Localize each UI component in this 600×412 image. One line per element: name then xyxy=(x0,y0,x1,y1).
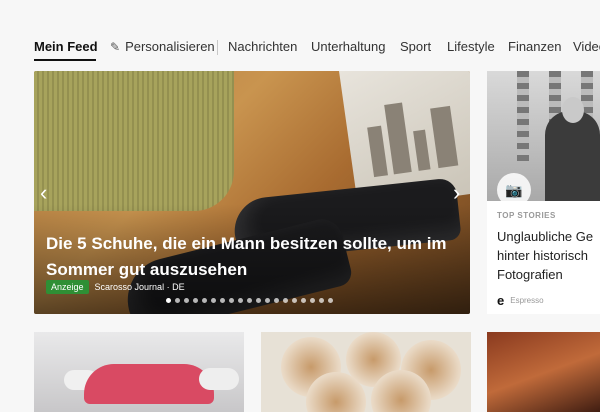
carousel-dot[interactable] xyxy=(238,298,243,303)
story-category: TOP STORIES xyxy=(497,211,556,220)
top-navigation: Mein Feed ✎ Personalisieren Nachrichten U… xyxy=(0,0,600,66)
carousel-dot[interactable] xyxy=(283,298,288,303)
nav-tab-videos[interactable]: Videos xyxy=(573,39,600,54)
carousel-dot[interactable] xyxy=(292,298,297,303)
nav-tab-mein-feed[interactable]: Mein Feed xyxy=(34,39,98,54)
headline-line: Fotografien xyxy=(497,267,563,282)
car-image xyxy=(199,368,239,390)
nav-divider xyxy=(217,40,218,55)
hero-image-fabric xyxy=(34,71,234,211)
ad-badge: Anzeige xyxy=(46,280,89,294)
top-story-card[interactable]: 📷 TOP STORIES Unglaubliche Ge hinter his… xyxy=(487,71,600,314)
carousel-dot[interactable] xyxy=(247,298,252,303)
article-card-food[interactable] xyxy=(261,332,471,412)
carousel-dots xyxy=(166,298,333,303)
flag-image xyxy=(517,71,529,161)
nav-tab-lifestyle[interactable]: Lifestyle xyxy=(447,39,495,54)
carousel-dot[interactable] xyxy=(274,298,279,303)
carousel-dot[interactable] xyxy=(310,298,315,303)
carousel-dot[interactable] xyxy=(184,298,189,303)
carousel-dot[interactable] xyxy=(319,298,324,303)
camera-icon: 📷 xyxy=(497,173,531,207)
carousel-dot[interactable] xyxy=(211,298,216,303)
publisher-name: Espresso xyxy=(510,296,544,305)
carousel-dot[interactable] xyxy=(256,298,261,303)
carousel-dot[interactable] xyxy=(229,298,234,303)
story-headline[interactable]: Unglaubliche Ge hinter historisch Fotogr… xyxy=(497,227,600,284)
nav-tab-unterhaltung[interactable]: Unterhaltung xyxy=(311,39,385,54)
hero-headline[interactable]: Die 5 Schuhe, die ein Mann besitzen soll… xyxy=(46,231,466,283)
carousel-dot[interactable] xyxy=(220,298,225,303)
person-image xyxy=(545,97,600,201)
article-card-cars[interactable] xyxy=(34,332,244,412)
hero-source: Scarosso Journal · DE xyxy=(94,282,185,292)
carousel-dot[interactable] xyxy=(328,298,333,303)
chevron-right-icon[interactable]: › xyxy=(453,182,460,204)
hero-meta: Anzeige Scarosso Journal · DE xyxy=(46,280,185,294)
nav-tab-finanzen[interactable]: Finanzen xyxy=(508,39,561,54)
carousel-dot[interactable] xyxy=(175,298,180,303)
active-tab-underline xyxy=(34,59,96,61)
nav-tab-label: Personalisieren xyxy=(125,39,215,54)
nav-tab-nachrichten[interactable]: Nachrichten xyxy=(228,39,297,54)
headline-line: Unglaubliche Ge xyxy=(497,229,594,244)
car-image xyxy=(84,364,214,404)
nav-tab-sport[interactable]: Sport xyxy=(400,39,431,54)
hero-carousel[interactable]: ‹ › Die 5 Schuhe, die ein Mann besitzen … xyxy=(34,71,470,314)
carousel-dot[interactable] xyxy=(193,298,198,303)
publisher: e Espresso xyxy=(497,293,544,308)
carousel-dot[interactable] xyxy=(202,298,207,303)
article-card-dish[interactable] xyxy=(487,332,600,412)
carousel-dot[interactable] xyxy=(166,298,171,303)
nav-tab-personalisieren[interactable]: ✎ Personalisieren xyxy=(110,39,215,54)
pencil-icon: ✎ xyxy=(110,40,121,54)
publisher-logo: e xyxy=(497,293,505,308)
chevron-left-icon[interactable]: ‹ xyxy=(40,182,47,204)
carousel-dot[interactable] xyxy=(301,298,306,303)
headline-line: hinter historisch xyxy=(497,248,589,263)
carousel-dot[interactable] xyxy=(265,298,270,303)
